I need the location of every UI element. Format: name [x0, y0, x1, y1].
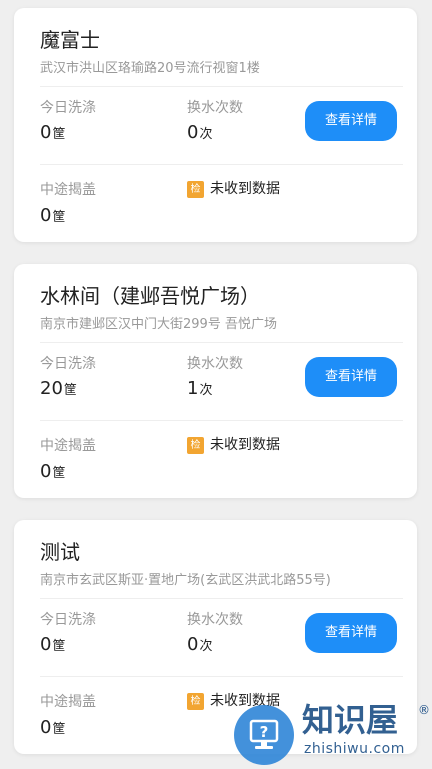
view-details-button[interactable]: 查看详情 [305, 357, 397, 397]
wash-count: 0 [40, 634, 52, 655]
store-address: 南京市玄武区斯亚·置地广场(玄武区洪武北路55号) [40, 573, 331, 588]
lid-open-count: 0 [40, 717, 52, 738]
swap-label: 换水次数 [187, 100, 243, 116]
wash-value: 20筐 [40, 376, 77, 404]
wash-value: 0筐 [40, 632, 65, 660]
swap-value: 1次 [187, 376, 212, 404]
swap-label: 换水次数 [187, 612, 243, 628]
lid-open-count: 0 [40, 205, 52, 226]
store-card: 魔富士 武汉市洪山区珞瑜路20号流行视窗1楼 今日洗涤 0筐 换水次数 0次 查… [14, 8, 417, 242]
store-card: 水林间（建邺吾悦广场） 南京市建邺区汉中门大街299号 吾悦广场 今日洗涤 20… [14, 264, 417, 498]
divider [40, 86, 403, 87]
divider [40, 164, 403, 165]
lid-open-label: 中途揭盖 [40, 438, 96, 454]
lid-open-value: 0筐 [40, 203, 65, 231]
swap-count: 0 [187, 634, 199, 655]
lid-open-label: 中途揭盖 [40, 694, 96, 710]
divider [40, 420, 403, 421]
swap-unit: 次 [199, 127, 213, 142]
lid-open-label: 中途揭盖 [40, 182, 96, 198]
divider [40, 342, 403, 343]
swap-unit: 次 [199, 383, 213, 398]
store-name: 测试 [40, 540, 80, 564]
lid-open-value: 0筐 [40, 715, 65, 743]
wash-unit: 筐 [52, 639, 66, 654]
status-text: 未收到数据 [210, 437, 280, 453]
wash-label: 今日洗涤 [40, 100, 96, 116]
wash-unit: 筐 [52, 127, 66, 142]
lid-open-value: 0筐 [40, 459, 65, 487]
wash-count: 20 [40, 378, 63, 399]
swap-value: 0次 [187, 120, 212, 148]
divider [40, 676, 403, 677]
wash-label: 今日洗涤 [40, 612, 96, 628]
view-details-button[interactable]: 查看详情 [305, 613, 397, 653]
watermark-title: 知识屋 [302, 701, 399, 739]
lid-open-unit: 筐 [52, 466, 66, 481]
help-monitor-icon: ? [234, 705, 294, 765]
store-address: 南京市建邺区汉中门大街299号 吾悦广场 [40, 317, 277, 332]
inspection-badge: 检 [187, 180, 204, 198]
site-watermark: ? 知识屋 ® zhishiwu.com [232, 697, 432, 768]
inspection-badge: 检 [187, 436, 204, 454]
store-name: 水林间（建邺吾悦广场） [40, 284, 260, 308]
inspection-status: 检 未收到数据 [187, 179, 280, 199]
inspection-status: 检 未收到数据 [187, 435, 280, 455]
registered-mark: ® [418, 703, 430, 717]
wash-unit: 筐 [63, 383, 77, 398]
lid-open-unit: 筐 [52, 210, 66, 225]
swap-unit: 次 [199, 639, 213, 654]
swap-count: 1 [187, 378, 199, 399]
wash-value: 0筐 [40, 120, 65, 148]
swap-value: 0次 [187, 632, 212, 660]
wash-count: 0 [40, 122, 52, 143]
wash-label: 今日洗涤 [40, 356, 96, 372]
swap-label: 换水次数 [187, 356, 243, 372]
svg-text:?: ? [260, 723, 269, 741]
watermark-url: zhishiwu.com [304, 741, 405, 757]
store-address: 武汉市洪山区珞瑜路20号流行视窗1楼 [40, 61, 260, 76]
store-name: 魔富士 [40, 28, 100, 52]
inspection-badge: 检 [187, 692, 204, 710]
lid-open-unit: 筐 [52, 722, 66, 737]
status-text: 未收到数据 [210, 181, 280, 197]
lid-open-count: 0 [40, 461, 52, 482]
view-details-button[interactable]: 查看详情 [305, 101, 397, 141]
divider [40, 598, 403, 599]
swap-count: 0 [187, 122, 199, 143]
